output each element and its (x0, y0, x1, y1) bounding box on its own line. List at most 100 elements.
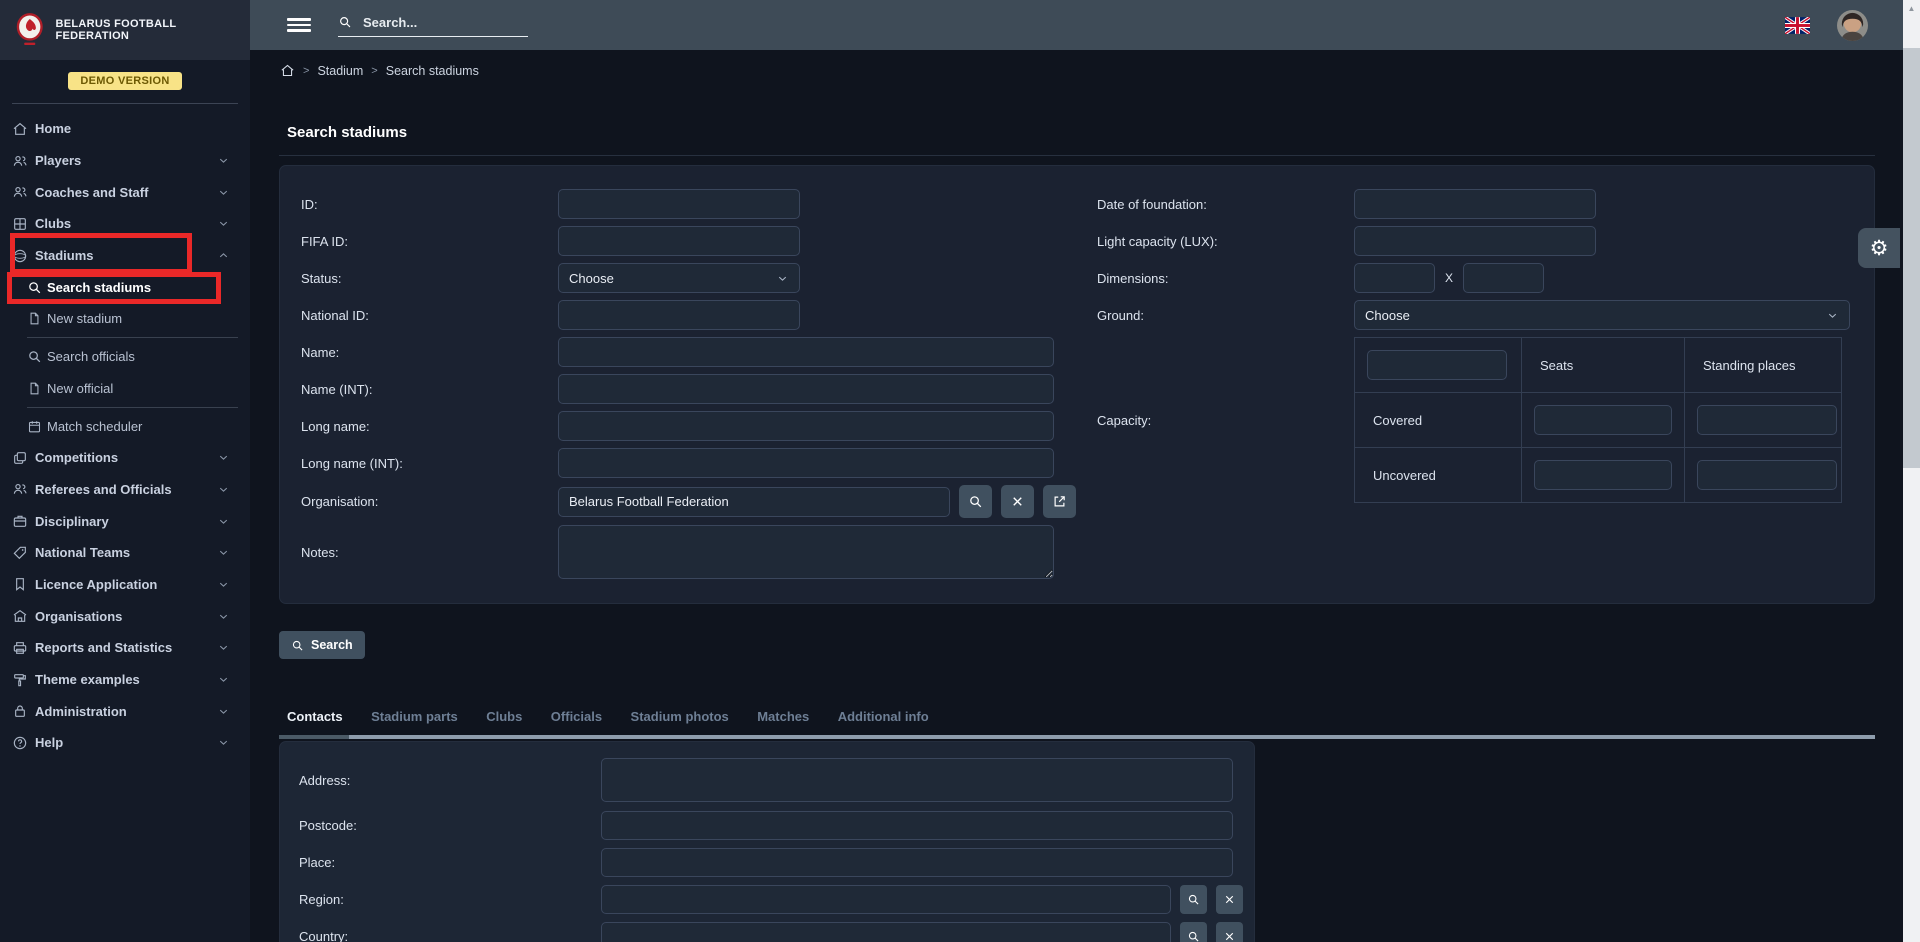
covered-seats-input[interactable] (1534, 405, 1672, 435)
file-icon (27, 311, 42, 326)
capacity-row: Capacity: Seats Standing places Covered (1097, 337, 1852, 503)
tab-contacts[interactable]: Contacts (279, 709, 343, 724)
covered-standing-input[interactable] (1697, 405, 1837, 435)
dimensions-width-input[interactable] (1354, 263, 1435, 293)
reports-icon (12, 640, 28, 656)
address-textarea[interactable] (601, 758, 1233, 802)
sidebar-item-national-teams[interactable]: National Teams (0, 537, 250, 569)
tab-stadium-photos[interactable]: Stadium photos (631, 709, 729, 724)
organisation-open-button[interactable] (1043, 485, 1076, 518)
dimensions-length-input[interactable] (1463, 263, 1544, 293)
date-of-foundation-input[interactable] (1354, 189, 1596, 219)
form-row: Long name: (301, 411, 1077, 441)
sidebar-item-label: Referees and Officials (35, 482, 172, 497)
sidebar-item-stadiums[interactable]: Stadiums (0, 240, 250, 272)
sidebar-item-coaches-and-staff[interactable]: Coaches and Staff (0, 176, 250, 208)
scrollbar[interactable]: ▲ (1903, 0, 1920, 942)
sidebar-item-disciplinary[interactable]: Disciplinary (0, 505, 250, 537)
name-int-input[interactable] (558, 374, 1054, 404)
page-title: Search stadiums (287, 124, 407, 141)
form-row: National ID: (301, 300, 1077, 330)
breadcrumb: > Stadium > Search stadiums (280, 63, 479, 78)
sidebar-item-home[interactable]: Home (0, 113, 250, 145)
user-avatar[interactable] (1837, 10, 1868, 41)
chevron-down-icon (217, 154, 230, 167)
sidebar-item-label: Disciplinary (35, 514, 109, 529)
sidebar-item-reports-and-statistics[interactable]: Reports and Statistics (0, 632, 250, 664)
status-select-value: Choose (569, 271, 614, 286)
breadcrumb-separator: > (303, 65, 309, 77)
organisation-search-button[interactable] (959, 485, 992, 518)
search-form-card: ID: FIFA ID: Status: Choose National ID: (279, 165, 1875, 604)
tab-additional-info[interactable]: Additional info (838, 709, 929, 724)
long-name-int-input[interactable] (558, 448, 1054, 478)
name-input[interactable] (558, 337, 1054, 367)
national-id-input[interactable] (558, 300, 800, 330)
search-icon (1187, 893, 1200, 906)
chevron-down-icon (217, 217, 230, 230)
sidebar-item-label: Competitions (35, 450, 118, 465)
id-input[interactable] (558, 189, 800, 219)
place-input[interactable] (601, 848, 1233, 877)
competitions-icon (12, 450, 28, 466)
sidebar-item-label: Coaches and Staff (35, 185, 148, 200)
country-input[interactable] (601, 922, 1171, 942)
hamburger-menu-icon[interactable] (287, 15, 311, 35)
topbar-search (338, 14, 528, 37)
tab-clubs[interactable]: Clubs (486, 709, 522, 724)
capacity-uncovered-row: Uncovered (1355, 448, 1842, 503)
breadcrumb-stadium[interactable]: Stadium (317, 64, 363, 78)
sidebar-item-referees-and-officials[interactable]: Referees and Officials (0, 474, 250, 506)
scroll-up-arrow-icon[interactable]: ▲ (1903, 0, 1920, 17)
organisation-input[interactable] (558, 487, 950, 517)
sidebar-item-match-scheduler[interactable]: Match scheduler (0, 410, 250, 442)
region-search-button[interactable] (1180, 885, 1207, 914)
sidebar-item-new-stadium[interactable]: New stadium (0, 303, 250, 335)
search-button[interactable]: Search (279, 631, 365, 659)
postcode-label: Postcode: (299, 818, 601, 833)
sidebar-item-search-stadiums[interactable]: Search stadiums (0, 271, 250, 303)
sidebar-item-competitions[interactable]: Competitions (0, 442, 250, 474)
long-name-input[interactable] (558, 411, 1054, 441)
country-clear-button[interactable] (1216, 922, 1243, 942)
chevron-down-icon (776, 272, 789, 285)
country-search-button[interactable] (1180, 922, 1207, 942)
search-input[interactable] (361, 14, 511, 31)
notes-textarea[interactable] (558, 525, 1054, 579)
light-capacity-input[interactable] (1354, 226, 1596, 256)
postcode-input[interactable] (601, 811, 1233, 840)
sidebar-item-organisations[interactable]: Organisations (0, 600, 250, 632)
sidebar-item-new-official[interactable]: New official (0, 373, 250, 405)
uncovered-seats-input[interactable] (1534, 460, 1672, 490)
settings-gear-button[interactable]: ⚙ (1858, 228, 1900, 268)
dimensions-label: Dimensions: (1097, 271, 1354, 286)
tab-officials[interactable]: Officials (551, 709, 602, 724)
scrollbar-thumb[interactable] (1903, 48, 1920, 468)
status-select[interactable]: Choose (558, 263, 800, 293)
ground-select-value: Choose (1365, 308, 1410, 323)
sidebar-item-administration[interactable]: Administration (0, 695, 250, 727)
form-row: ID: (301, 189, 1077, 219)
tab-matches[interactable]: Matches (757, 709, 809, 724)
ground-select[interactable]: Choose (1354, 300, 1850, 330)
disciplinary-icon (12, 513, 28, 529)
breadcrumb-search-stadiums[interactable]: Search stadiums (386, 64, 479, 78)
capacity-table: Seats Standing places Covered Uncovered (1354, 337, 1842, 503)
home-icon[interactable] (280, 63, 295, 78)
tab-stadium-parts[interactable]: Stadium parts (371, 709, 458, 724)
uncovered-standing-input[interactable] (1697, 460, 1837, 490)
organisation-clear-button[interactable] (1001, 485, 1034, 518)
sidebar-item-clubs[interactable]: Clubs (0, 208, 250, 240)
date-of-foundation-label: Date of foundation: (1097, 197, 1354, 212)
capacity-filter-input[interactable] (1367, 350, 1507, 380)
fifa-id-input[interactable] (558, 226, 800, 256)
sidebar-item-help[interactable]: Help (0, 727, 250, 759)
sidebar-item-theme-examples[interactable]: Theme examples (0, 664, 250, 696)
region-input[interactable] (601, 885, 1171, 914)
sidebar-item-licence-application[interactable]: Licence Application (0, 569, 250, 601)
uk-flag-icon[interactable] (1785, 17, 1810, 34)
organisation-label: Organisation: (301, 494, 558, 509)
sidebar-item-search-officials[interactable]: Search officials (0, 341, 250, 373)
region-clear-button[interactable] (1216, 885, 1243, 914)
sidebar-item-players[interactable]: Players (0, 145, 250, 177)
